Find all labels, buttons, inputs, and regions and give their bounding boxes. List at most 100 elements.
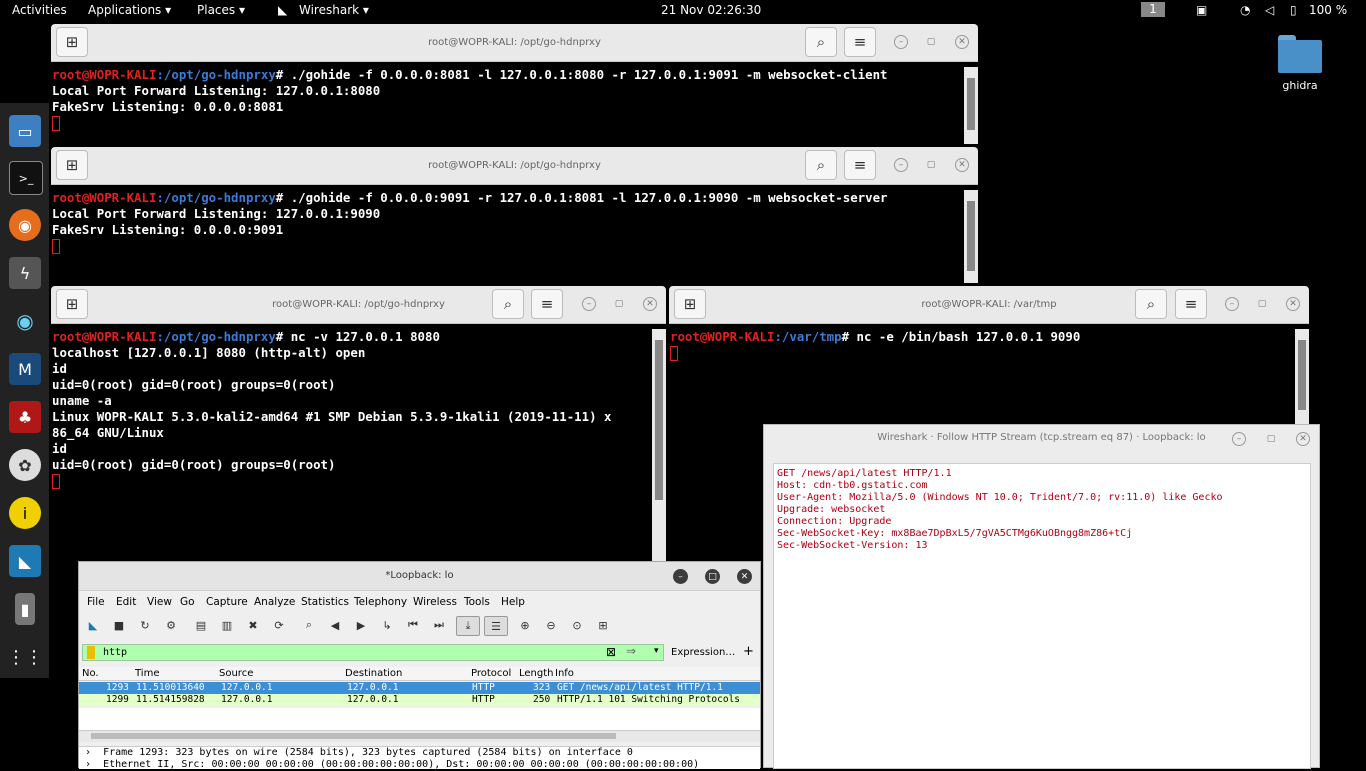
video-icon[interactable]: ▣ [1196,3,1207,17]
menu-tools[interactable]: Tools [464,596,490,608]
open-file-icon[interactable]: ▤ [192,616,210,634]
packet-row-selected[interactable]: 1293 11.510013640 127.0.0.1 127.0.0.1 HT… [79,682,760,694]
menu-button[interactable]: ≡ [1175,289,1207,319]
menu-file[interactable]: File [87,596,105,608]
bookmark-icon[interactable] [87,646,95,659]
go-to-packet-icon[interactable]: ↳ [378,616,396,634]
terminal-icon[interactable]: >_ [9,161,43,195]
go-forward-icon[interactable]: ▶ [352,616,370,634]
volume-icon[interactable]: ◁ [1265,3,1274,17]
menu-view[interactable]: View [147,596,172,608]
workspace-indicator[interactable]: 1 [1141,2,1165,17]
first-packet-icon[interactable]: ⏮ [404,616,422,634]
terminal-window-4[interactable]: ⊞ root@WOPR-KALI: /var/tmp ⌕ ≡ – ▢ ✕ roo… [669,286,1309,424]
menu-help[interactable]: Help [501,596,525,608]
horizontal-scrollbar[interactable] [79,730,760,742]
minimize-button[interactable]: – [1225,297,1239,311]
menu-analyze[interactable]: Analyze [254,596,295,608]
maltego-icon[interactable]: ✿ [9,449,41,481]
terminal-window-1[interactable]: ⊞ root@WOPR-KALI: /opt/go-hdnprxy ⌕ ≡ – … [51,24,978,144]
menu-button[interactable]: ≡ [844,150,876,180]
minimize-button[interactable]: – [894,158,908,172]
search-button[interactable]: ⌕ [805,150,837,180]
trash-icon[interactable]: ▮ [15,593,35,625]
stop-capture-icon[interactable]: ■ [110,616,128,634]
eye-icon[interactable]: ◉ [9,305,41,337]
menu-statistics[interactable]: Statistics [301,596,349,608]
close-button[interactable]: ✕ [1286,297,1300,311]
terminal-output[interactable]: root@WOPR-KALI:/opt/go-hdnprxy# nc -v 12… [51,329,652,568]
column-header[interactable]: Length [519,668,554,679]
show-apps-icon[interactable]: ⋮⋮ [7,641,43,673]
wireshark-icon[interactable]: ◣ [9,545,41,577]
last-packet-icon[interactable]: ⏭ [430,616,448,634]
activities-button[interactable]: Activities [12,3,67,17]
menu-capture[interactable]: Capture [206,596,248,608]
applications-menu[interactable]: Applications ▾ [88,3,171,17]
restart-capture-icon[interactable]: ↻ [136,616,154,634]
close-button[interactable]: ✕ [643,297,657,311]
maximize-button[interactable]: ▢ [924,35,938,49]
autoscroll-icon[interactable]: ⤓ [456,616,480,636]
minimize-button[interactable]: – [582,297,596,311]
filter-dropdown-icon[interactable]: ▾ [654,646,659,656]
find-packet-icon[interactable]: ⌕ [300,616,318,634]
save-file-icon[interactable]: ▥ [218,616,236,634]
desktop-icon-ghidra[interactable]: ghidra [1272,35,1328,92]
start-capture-icon[interactable]: ◣ [84,616,102,634]
maximize-button[interactable]: □ [705,569,720,584]
terminal-window-2[interactable]: ⊞ root@WOPR-KALI: /opt/go-hdnprxy ⌕ ≡ – … [51,147,978,283]
detail-row[interactable]: › Frame 1293: 323 bytes on wire (2584 bi… [79,747,633,758]
wifi-icon[interactable]: ◔ [1240,3,1250,17]
cherrytree-icon[interactable]: ♣ [9,401,41,433]
search-button[interactable]: ⌕ [1135,289,1167,319]
stream-content[interactable]: GET /news/api/latest HTTP/1.1 Host: cdn-… [773,463,1311,769]
wireshark-window[interactable]: *Loopback: lo – □ ✕ File Edit View Go Ca… [78,561,761,770]
column-header[interactable]: Source [219,668,253,679]
column-header[interactable]: Time [135,668,159,679]
beef-icon[interactable]: i [9,497,41,529]
scrollbar[interactable] [652,329,666,568]
maximize-button[interactable]: ▢ [612,297,626,311]
expression-button[interactable]: Expression… [671,647,735,658]
capture-options-icon[interactable]: ⚙ [162,616,180,634]
colorize-icon[interactable]: ☰ [484,616,508,636]
close-button[interactable]: ✕ [955,35,969,49]
add-filter-button[interactable]: + [743,644,754,659]
zoom-in-icon[interactable]: ⊕ [516,616,534,634]
menu-go[interactable]: Go [180,596,195,608]
burpsuite-icon[interactable]: ϟ [9,257,41,289]
wireshark-app-menu[interactable]: Wireshark ▾ [299,3,369,17]
display-filter-input[interactable]: http ⊠ ⇒ ▾ [82,644,664,661]
close-button[interactable]: ✕ [955,158,969,172]
close-button[interactable]: ✕ [1296,432,1310,446]
packet-details[interactable]: › Frame 1293: 323 bytes on wire (2584 bi… [79,746,760,770]
search-button[interactable]: ⌕ [805,27,837,57]
terminal-window-3[interactable]: ⊞ root@WOPR-KALI: /opt/go-hdnprxy ⌕ ≡ – … [51,286,666,568]
clear-filter-icon[interactable]: ⊠ [606,645,616,659]
maximize-button[interactable]: ▢ [1264,432,1278,446]
scrollbar[interactable] [964,190,978,283]
close-file-icon[interactable]: ✖ [244,616,262,634]
follow-stream-window[interactable]: Wireshark · Follow HTTP Stream (tcp.stre… [763,424,1320,769]
search-button[interactable]: ⌕ [492,289,524,319]
minimize-button[interactable]: – [1232,432,1246,446]
normal-size-icon[interactable]: ⊙ [568,616,586,634]
reload-file-icon[interactable]: ⟳ [270,616,288,634]
maximize-button[interactable]: ▢ [1255,297,1269,311]
terminal-output[interactable]: root@WOPR-KALI:/var/tmp# nc -e /bin/bash… [669,329,1295,424]
battery-level[interactable]: 100 % [1309,3,1347,17]
files-icon[interactable]: ▭ [9,115,41,147]
resize-columns-icon[interactable]: ⊞ [594,616,612,634]
column-header[interactable]: Protocol [471,668,511,679]
terminal-output[interactable]: root@WOPR-KALI:/opt/go-hdnprxy# ./gohide… [51,67,964,144]
close-button[interactable]: ✕ [737,569,752,584]
battery-icon[interactable]: ▯ [1290,3,1297,17]
column-header[interactable]: Info [555,668,574,679]
menu-wireless[interactable]: Wireless [413,596,457,608]
maximize-button[interactable]: ▢ [924,158,938,172]
clock[interactable]: 21 Nov 02:26:30 [661,3,761,17]
detail-row[interactable]: › Ethernet II, Src: 00:00:00_00:00:00 (0… [79,759,699,770]
menu-edit[interactable]: Edit [116,596,136,608]
menu-button[interactable]: ≡ [531,289,563,319]
